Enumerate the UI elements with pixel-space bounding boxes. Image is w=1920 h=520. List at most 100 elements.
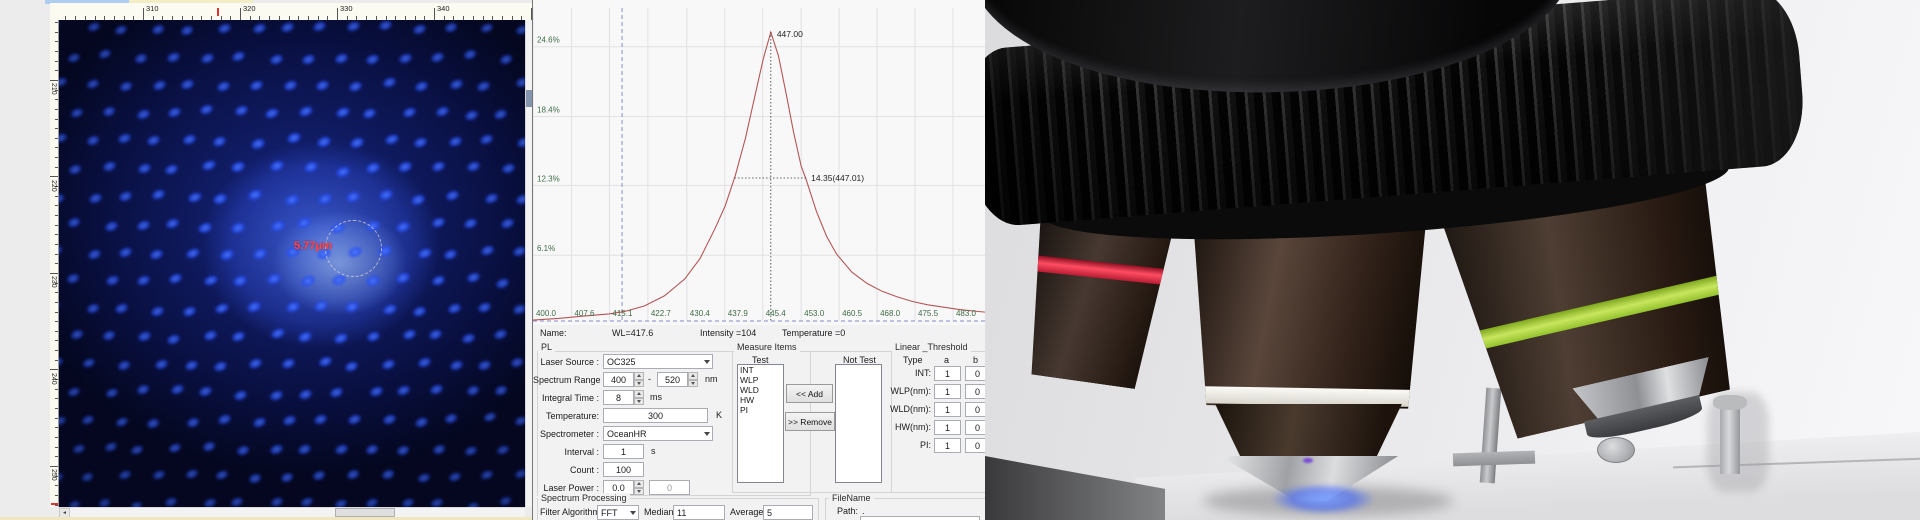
lattice-dot xyxy=(480,189,502,208)
svg-text:483.0: 483.0 xyxy=(956,309,977,318)
lattice-dot xyxy=(491,381,513,399)
ruler-tick xyxy=(55,147,58,148)
ruler-tick xyxy=(55,119,58,120)
lattice-dot xyxy=(177,21,199,40)
lattice-dot xyxy=(160,159,183,178)
integral-time-label: Integral Time : xyxy=(533,393,599,403)
lattice-dot xyxy=(279,76,302,96)
spectrum-range-to-input[interactable]: 520 xyxy=(657,372,688,387)
count-input[interactable]: 100 xyxy=(603,462,644,477)
temperature-input[interactable]: 300 xyxy=(603,408,708,423)
add-button[interactable]: << Add xyxy=(786,384,833,403)
lattice-dot xyxy=(431,102,454,121)
lattice-dot xyxy=(277,468,299,486)
measure-item[interactable]: WLP xyxy=(738,375,783,385)
lattice-dot xyxy=(160,493,181,507)
lattice-dot xyxy=(132,380,154,399)
median-input[interactable]: 11 xyxy=(673,505,725,520)
ruler-tick xyxy=(240,8,241,20)
lattice-dot xyxy=(227,327,250,347)
threshold-b-input[interactable]: 0 xyxy=(965,438,985,453)
ruler-tick xyxy=(55,408,58,409)
lattice-dot xyxy=(78,468,99,486)
spectrometer-combobox[interactable]: OceanHR xyxy=(603,426,713,441)
threshold-a-input[interactable]: 1 xyxy=(934,420,961,435)
lattice-dot xyxy=(510,465,525,483)
ruler-tick xyxy=(55,263,58,264)
test-listbox[interactable]: INTWLPWLDHWPI xyxy=(737,364,784,483)
lattice-dot xyxy=(378,410,400,429)
threshold-a-input[interactable]: 1 xyxy=(934,402,961,417)
camera-image-viewport[interactable]: 5.77μm xyxy=(59,20,525,507)
lattice-dot xyxy=(199,326,222,345)
lattice-dot xyxy=(325,383,348,402)
ruler-tick xyxy=(50,369,58,370)
integral-time-stepper[interactable] xyxy=(634,390,644,405)
measurement-circle-annotation xyxy=(325,220,382,277)
ruler-tick xyxy=(55,427,58,428)
lattice-dot xyxy=(163,103,185,122)
remove-button[interactable]: >> Remove xyxy=(785,412,835,431)
threshold-b-input[interactable]: 0 xyxy=(965,402,985,417)
lattice-dot xyxy=(227,218,250,238)
lattice-dot xyxy=(341,356,364,376)
ruler-tick xyxy=(55,51,58,52)
status-temperature: Temperature =0 xyxy=(782,328,845,338)
lattice-dot xyxy=(228,271,251,291)
status-intensity: Intensity =104 xyxy=(700,328,756,338)
lattice-dot xyxy=(426,494,447,507)
lattice-dot xyxy=(59,353,67,371)
chevron-down-icon xyxy=(704,360,710,364)
lattice-dot xyxy=(378,72,401,91)
spectrum-range-from-stepper[interactable] xyxy=(634,372,644,387)
measure-item[interactable]: WLD xyxy=(738,385,783,395)
measure-item[interactable]: INT xyxy=(738,365,783,375)
lattice-dot xyxy=(391,217,414,237)
threshold-a-input[interactable]: 1 xyxy=(934,366,961,381)
green-ring xyxy=(1437,266,1763,359)
lattice-dot xyxy=(260,104,283,124)
horizontal-scrollbar-thumb[interactable] xyxy=(335,508,395,517)
lattice-dot xyxy=(115,77,137,96)
svg-text:14.35(447.01): 14.35(447.01) xyxy=(811,173,864,183)
laser-power-stepper[interactable] xyxy=(634,480,644,495)
interval-input[interactable]: 1 xyxy=(603,444,644,459)
lattice-dot xyxy=(248,244,272,264)
lattice-dot xyxy=(94,45,115,63)
svg-text:422.7: 422.7 xyxy=(651,309,672,318)
lattice-dot xyxy=(511,21,525,39)
lattice-dot xyxy=(181,244,204,264)
spectrum-range-from-input[interactable]: 400 xyxy=(603,372,634,387)
filter-algorithm-label: Filter Algorithm: xyxy=(540,507,603,517)
lattice-dot xyxy=(280,190,304,210)
threshold-a-input[interactable]: 1 xyxy=(934,384,961,399)
lattice-dot xyxy=(59,189,69,207)
ruler-tick xyxy=(55,225,58,226)
measure-item[interactable]: HW xyxy=(738,395,783,405)
measure-item[interactable]: PI xyxy=(738,405,783,415)
ruler-tick xyxy=(55,244,58,245)
threshold-a-input[interactable]: 1 xyxy=(934,438,961,453)
ruler-label: 310 xyxy=(146,4,159,13)
lattice-dot xyxy=(193,218,216,238)
ruler-label: 210 xyxy=(50,83,57,95)
lattice-dot xyxy=(276,20,298,37)
ruler-tick xyxy=(55,22,58,23)
path-input[interactable] xyxy=(860,516,980,520)
laser-source-combobox[interactable]: OC325 xyxy=(603,354,713,369)
spectrum-range-to-stepper[interactable] xyxy=(688,372,698,387)
lattice-dot xyxy=(110,21,131,39)
lattice-dot xyxy=(282,128,305,148)
threshold-b-input[interactable]: 0 xyxy=(965,366,985,381)
lattice-dot xyxy=(265,440,287,459)
threshold-row-label: WLP(nm): xyxy=(873,386,931,396)
threshold-b-input[interactable]: 0 xyxy=(965,420,985,435)
lattice-dot xyxy=(408,20,430,39)
ruler-tick xyxy=(55,32,58,33)
threshold-b-input[interactable]: 0 xyxy=(965,384,985,399)
integral-time-input[interactable]: 8 xyxy=(603,390,634,405)
lattice-dot xyxy=(508,299,525,318)
average-input[interactable]: 5 xyxy=(763,505,813,520)
filter-algorithm-combobox[interactable]: FFT xyxy=(597,505,639,520)
svg-text:475.5: 475.5 xyxy=(918,309,939,318)
